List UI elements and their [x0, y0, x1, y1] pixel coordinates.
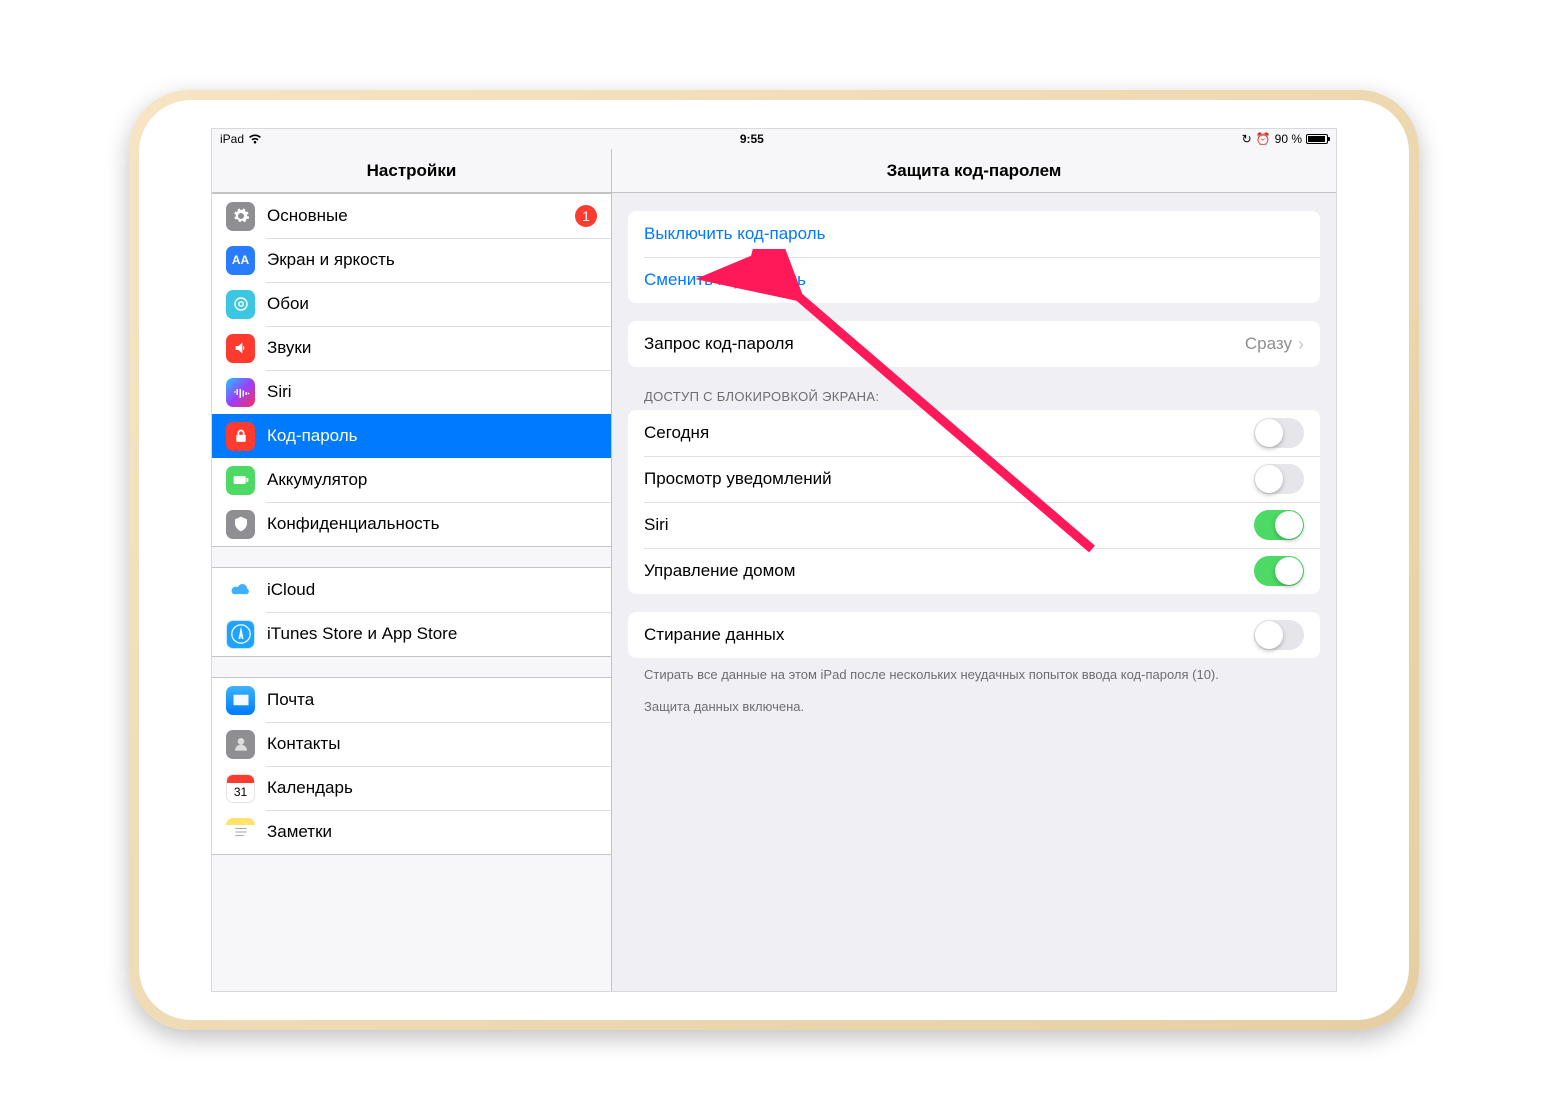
- detail-title: Защита код-паролем: [612, 149, 1336, 193]
- chevron-right-icon: ›: [1298, 334, 1304, 355]
- sidebar-item-passcode[interactable]: Код-пароль: [212, 414, 611, 458]
- sounds-icon: [226, 334, 255, 363]
- sidebar-item-label: Конфиденциальность: [267, 514, 597, 534]
- lockscreen-toggle[interactable]: [1254, 464, 1304, 494]
- require-passcode-label: Запрос код-пароля: [644, 334, 794, 354]
- lockscreen-row: Siri: [628, 502, 1320, 548]
- lockscreen-row-label: Управление домом: [644, 561, 795, 581]
- general-icon: [226, 202, 255, 231]
- sidebar-item-label: Основные: [267, 206, 575, 226]
- passcode-icon: [226, 422, 255, 451]
- sidebar-item-mail[interactable]: Почта: [212, 678, 611, 722]
- siri-icon: [226, 378, 255, 407]
- lockscreen-row: Сегодня: [628, 410, 1320, 456]
- change-passcode-button[interactable]: Сменить код-пароль: [628, 257, 1320, 303]
- device-label: iPad: [220, 132, 244, 146]
- ipad-frame: iPad 9:55 ↻ ⏰ 90 % Настройки Основны: [129, 90, 1419, 1030]
- privacy-icon: [226, 510, 255, 539]
- detail-pane: Защита код-паролем Выключить код-пароль …: [612, 149, 1336, 991]
- lockscreen-row-label: Siri: [644, 515, 669, 535]
- sidebar-item-label: Обои: [267, 294, 597, 314]
- settings-sidebar: Настройки Основные1 AA Экран и яркость Обои…: [212, 149, 612, 991]
- erase-data-row: Стирание данных: [628, 612, 1320, 658]
- sidebar-item-siri[interactable]: Siri: [212, 370, 611, 414]
- battery-percent: 90 %: [1275, 132, 1302, 146]
- turn-off-passcode-button[interactable]: Выключить код-пароль: [628, 211, 1320, 257]
- calendar-icon: 31: [226, 774, 255, 803]
- erase-data-toggle[interactable]: [1254, 620, 1304, 650]
- sidebar-item-itunes[interactable]: iTunes Store и App Store: [212, 612, 611, 656]
- battery-icon: [1306, 134, 1328, 144]
- sidebar-item-label: Код-пароль: [267, 426, 597, 446]
- sidebar-item-battery[interactable]: Аккумулятор: [212, 458, 611, 502]
- turn-off-passcode-label: Выключить код-пароль: [644, 224, 825, 244]
- sidebar-item-label: Аккумулятор: [267, 470, 597, 490]
- require-passcode-row[interactable]: Запрос код-пароля Сразу ›: [628, 321, 1320, 367]
- display-icon: AA: [226, 246, 255, 275]
- lockscreen-row-label: Сегодня: [644, 423, 709, 443]
- sidebar-item-label: Контакты: [267, 734, 597, 754]
- change-passcode-label: Сменить код-пароль: [644, 270, 806, 290]
- erase-data-label: Стирание данных: [644, 625, 784, 645]
- sidebar-item-label: Календарь: [267, 778, 597, 798]
- lockscreen-header: ДОСТУП С БЛОКИРОВКОЙ ЭКРАНА:: [612, 367, 1336, 410]
- mail-icon: [226, 686, 255, 715]
- clock: 9:55: [262, 132, 1242, 146]
- lockscreen-toggle[interactable]: [1254, 510, 1304, 540]
- sidebar-item-wallpaper[interactable]: Обои: [212, 282, 611, 326]
- sidebar-item-label: Заметки: [267, 822, 597, 842]
- sidebar-item-notes[interactable]: Заметки: [212, 810, 611, 854]
- screen: iPad 9:55 ↻ ⏰ 90 % Настройки Основны: [211, 128, 1337, 992]
- status-bar: iPad 9:55 ↻ ⏰ 90 %: [212, 129, 1336, 149]
- sidebar-item-label: Экран и яркость: [267, 250, 597, 270]
- sidebar-item-privacy[interactable]: Конфиденциальность: [212, 502, 611, 546]
- badge: 1: [575, 205, 597, 227]
- lockscreen-toggle[interactable]: [1254, 418, 1304, 448]
- lockscreen-row: Управление домом: [628, 548, 1320, 594]
- lockscreen-row-label: Просмотр уведомлений: [644, 469, 832, 489]
- protection-footer: Защита данных включена.: [612, 684, 1336, 716]
- lockscreen-row: Просмотр уведомлений: [628, 456, 1320, 502]
- sidebar-item-contacts[interactable]: Контакты: [212, 722, 611, 766]
- sidebar-item-label: iCloud: [267, 580, 597, 600]
- lockscreen-toggle[interactable]: [1254, 556, 1304, 586]
- notes-icon: [226, 818, 255, 847]
- wifi-icon: [248, 134, 262, 144]
- erase-footer: Стирать все данные на этом iPad после не…: [612, 658, 1336, 684]
- battery-icon: [226, 466, 255, 495]
- sidebar-item-label: Звуки: [267, 338, 597, 358]
- alarm-icon: ⏰: [1256, 132, 1271, 146]
- icloud-icon: [226, 576, 255, 605]
- sidebar-item-icloud[interactable]: iCloud: [212, 568, 611, 612]
- sidebar-item-label: Siri: [267, 382, 597, 402]
- sidebar-item-general[interactable]: Основные1: [212, 194, 611, 238]
- sidebar-item-display[interactable]: AA Экран и яркость: [212, 238, 611, 282]
- sidebar-item-label: iTunes Store и App Store: [267, 624, 597, 644]
- orientation-lock-icon: ↻: [1242, 132, 1252, 146]
- contacts-icon: [226, 730, 255, 759]
- sidebar-title: Настройки: [212, 149, 611, 193]
- wallpaper-icon: [226, 290, 255, 319]
- sidebar-item-label: Почта: [267, 690, 597, 710]
- itunes-icon: [226, 620, 255, 649]
- sidebar-item-calendar[interactable]: 31 Календарь: [212, 766, 611, 810]
- sidebar-item-sounds[interactable]: Звуки: [212, 326, 611, 370]
- require-passcode-value: Сразу: [1245, 334, 1292, 354]
